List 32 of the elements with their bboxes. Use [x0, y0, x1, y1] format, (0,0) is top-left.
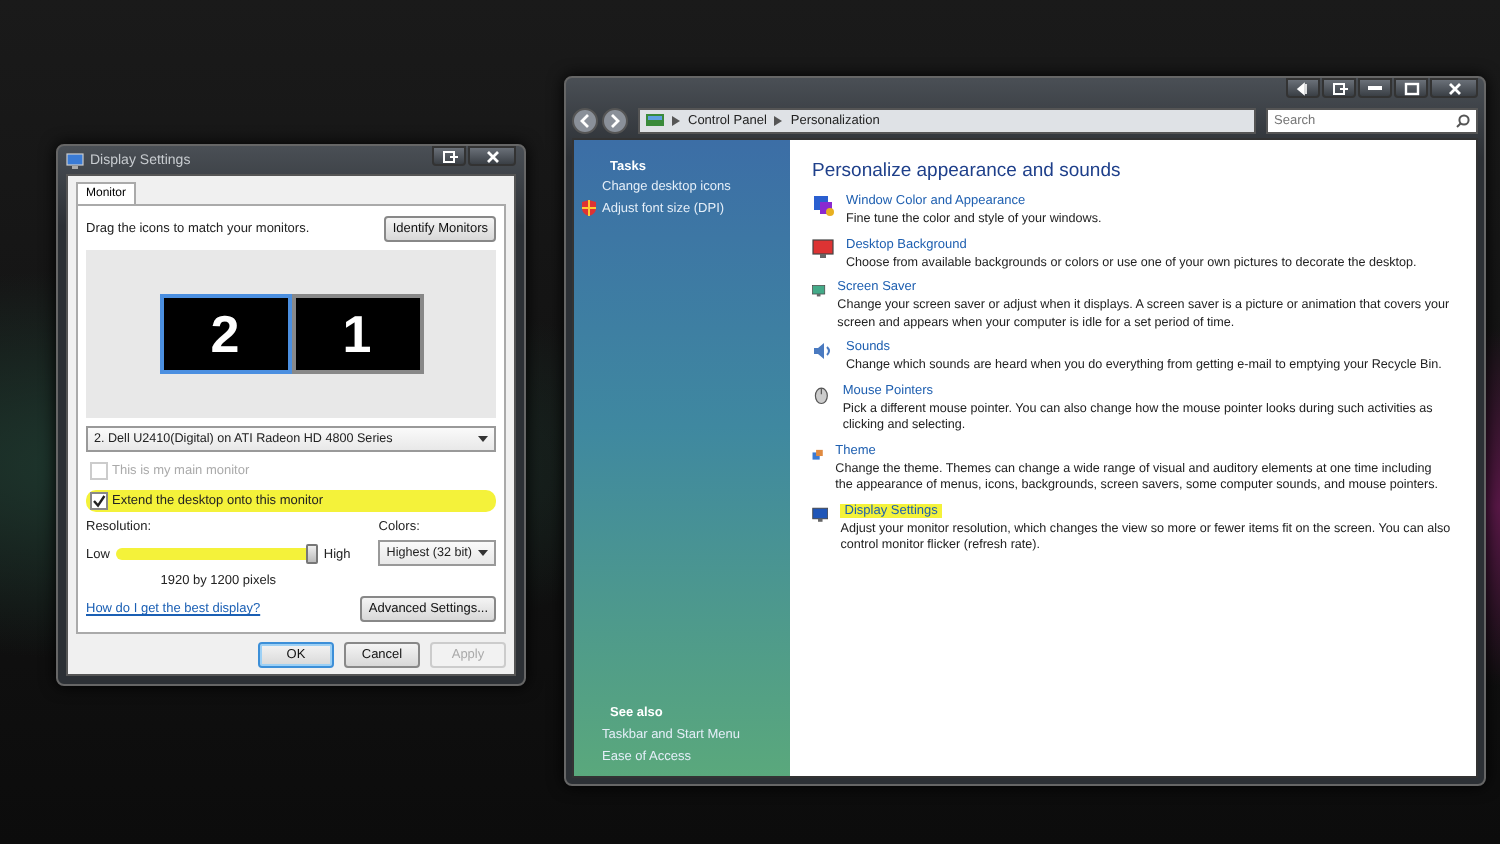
- close-button[interactable]: [1430, 78, 1478, 98]
- caret-icon: [478, 550, 488, 556]
- shield-icon: [582, 200, 596, 216]
- checkbox[interactable]: [90, 492, 108, 510]
- maximize-icon: [1401, 79, 1421, 97]
- back-button[interactable]: [1286, 78, 1320, 98]
- palette-icon: [812, 194, 834, 216]
- slider-thumb[interactable]: [305, 544, 318, 564]
- close-button[interactable]: [468, 146, 516, 166]
- forward-icon[interactable]: [602, 108, 628, 134]
- chevron-icon: [774, 116, 783, 126]
- monitor-tile[interactable]: 2: [159, 294, 291, 374]
- close-icon: [1444, 79, 1464, 97]
- back-icon[interactable]: [572, 108, 598, 134]
- control-panel-icon: [646, 113, 664, 129]
- monitor-icon: [812, 237, 834, 259]
- speaker-icon: [812, 340, 834, 362]
- back-icon: [1293, 79, 1313, 97]
- caret-icon: [478, 436, 488, 442]
- search-icon: [1456, 114, 1470, 128]
- close-icon: [482, 147, 502, 165]
- minimize-icon: [1368, 86, 1382, 90]
- mouse-icon: [812, 383, 831, 405]
- page-heading: Personalize appearance and sounds: [812, 160, 1123, 182]
- monitor-icon: [812, 280, 826, 302]
- maximize-button[interactable]: [1394, 78, 1428, 98]
- minimize-button[interactable]: [1358, 78, 1392, 98]
- display-icon: [66, 151, 84, 169]
- checkmark-icon: [92, 494, 106, 508]
- monitor-tile[interactable]: 1: [291, 294, 423, 374]
- chevron-icon: [672, 116, 680, 126]
- monitor-icon: [812, 503, 829, 525]
